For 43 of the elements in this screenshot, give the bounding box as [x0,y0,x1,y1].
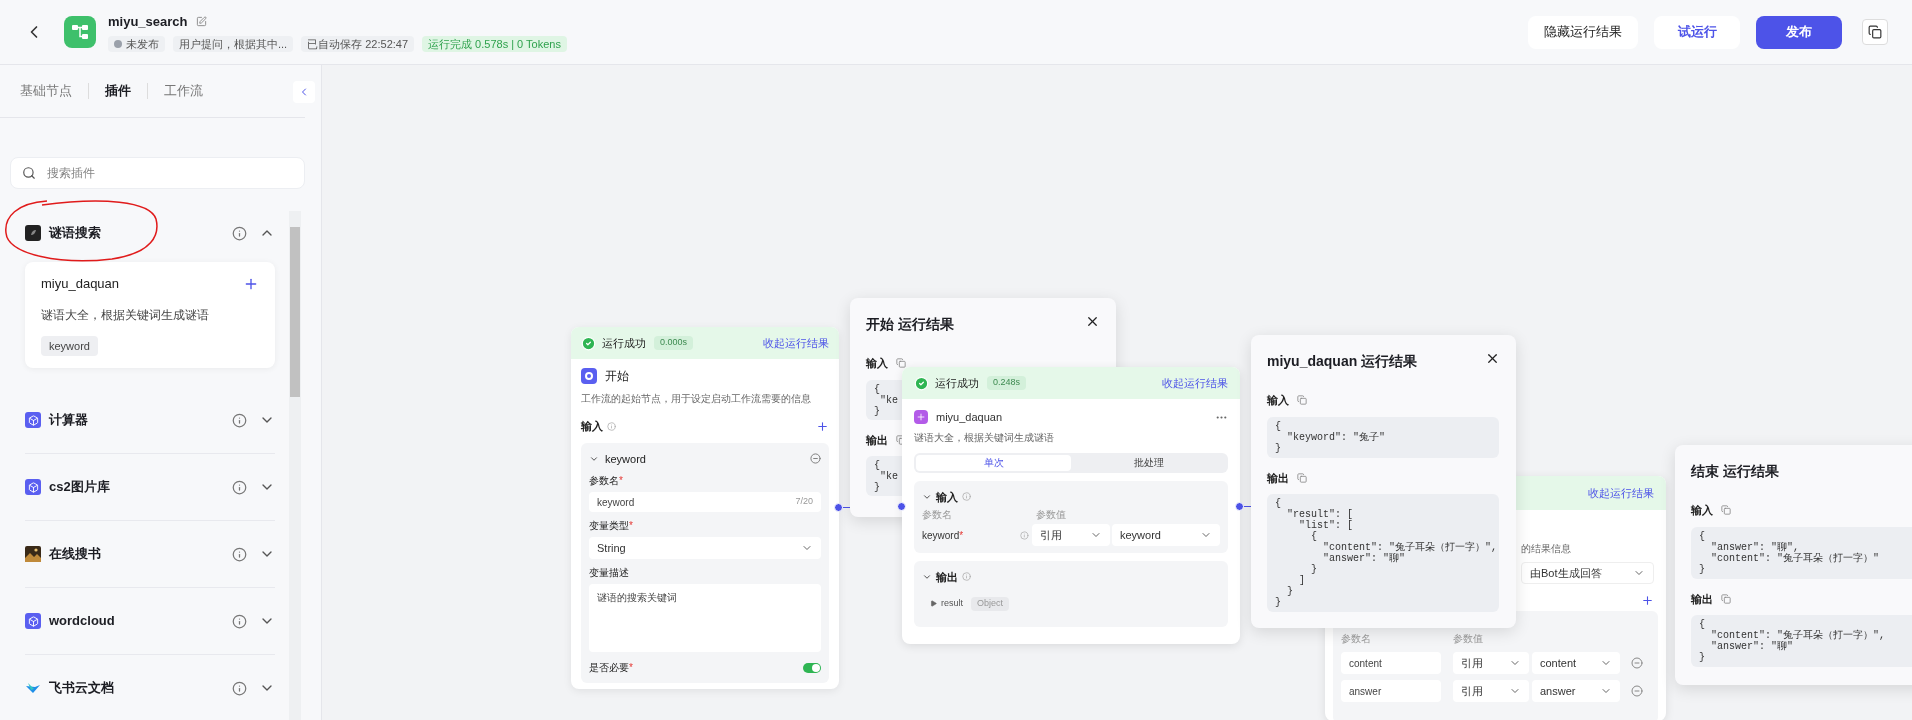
section-label: 输入 [1691,503,1713,518]
autosave-text: 已自动保存 22:52:47 [301,35,415,52]
section-label: 输入 [581,419,603,434]
type-tag: Object [971,597,1010,611]
section-label: 输入 [866,356,888,371]
tool-name: miyu_daquan [41,275,120,293]
column-header: 参数名 [922,508,953,522]
column-header: 参数名 [1341,632,1372,646]
code-block: { "content": "兔子耳朵（打一字）", "answer": "聊" } [1691,615,1912,667]
node-description: 的结果信息 [1521,542,1572,556]
time-badge: 0.248s [987,376,1027,390]
field-name: result [941,597,963,610]
code-block: { "answer": "聊", "content": "兔子耳朵（打一字）" } [1691,526,1912,579]
field-label: 变量描述 [589,566,630,580]
panel-title: 开始 运行结果 [866,315,954,334]
param-tag: keyword [41,335,98,356]
section-label: 输出 [866,432,888,448]
panel-title: miyu_daquan 运行结果 [1267,352,1418,371]
field-label: 参数名* [589,474,624,488]
section-label: 输出 [936,569,958,585]
run-badge: 运行完成 0.578s | 0 Tokens [422,35,567,52]
param-name: keyword* [922,528,965,543]
time-badge: 0.000s [654,336,694,350]
status-text: 运行成功 [602,335,646,351]
section-label: 输入 [1267,393,1289,408]
node-description: 谜语大全，根据关键词生成谜语 [914,430,1055,445]
code-block: { "keyword": "兔子" } [1267,416,1499,458]
section-label: 输出 [1691,591,1713,607]
char-counter: 7/20 [795,495,813,509]
section-label: 输出 [1267,470,1289,486]
panel-title: 结束 运行结果 [1691,462,1779,481]
status-label: 未发布 [108,35,165,52]
column-header: 参数值 [1036,508,1066,522]
description-text: 用户提问，根据其中... [173,35,294,52]
tool-description: 谜语大全，根据关键词生成谜语 [41,306,210,324]
column-header: 参数值 [1453,632,1483,646]
node-description: 工作流的起始节点，用于设定启动工作流需要的信息 [581,392,812,406]
workflow-title: miyu_search [108,13,188,31]
code-block: { "result": [ "list": [ { "content": "兔子耳朵（打一字）", "answer": "聊" } ] } } [1267,494,1499,612]
param-name: keyword [605,451,646,467]
field-label: 变量类型* [589,519,634,533]
field-label: 是否必要* [589,661,633,675]
node-title: 开始 [605,368,629,385]
